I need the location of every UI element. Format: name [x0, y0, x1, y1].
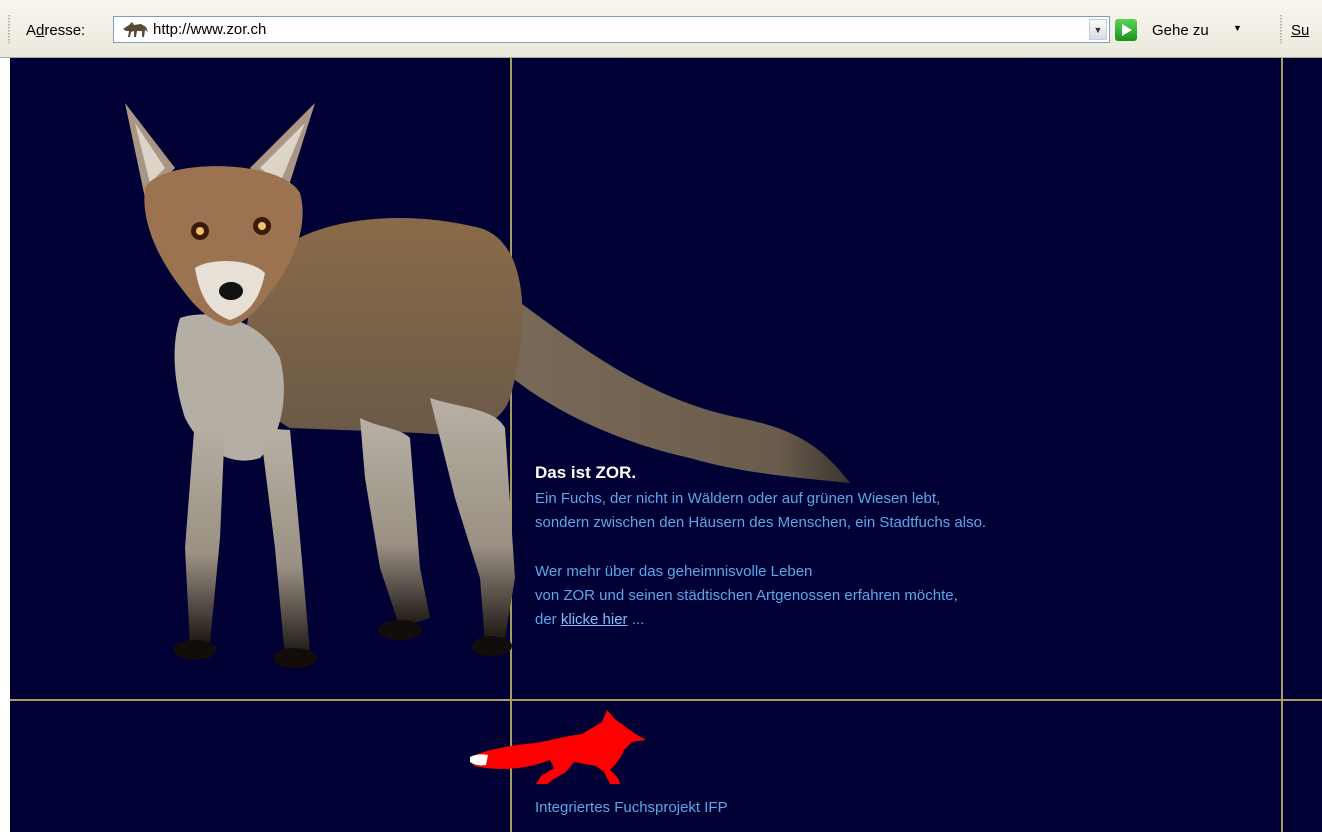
link-prefix-text: der: [535, 611, 557, 628]
frame-divider-horizontal: [10, 699, 1322, 701]
page-title: Das ist ZOR.: [535, 463, 637, 482]
intro-text-line: Wer mehr über das geheimnisvolle Leben: [535, 563, 813, 580]
intro-text-line: von ZOR und seinen städtischen Artgenoss…: [535, 587, 958, 604]
frame-border-left: [0, 58, 10, 832]
fox-photo-image: [125, 103, 850, 668]
project-name-link[interactable]: Integriertes Fuchsprojekt IFP: [535, 799, 728, 816]
address-url[interactable]: http://www.zor.ch: [153, 21, 266, 38]
go-button-label: Gehe zu: [1152, 22, 1209, 39]
more-info-link[interactable]: klicke hier: [561, 611, 628, 628]
address-input[interactable]: http://www.zor.ch ▼: [113, 16, 1110, 43]
intro-text-line: der klicke hier ...: [535, 611, 644, 628]
address-label: Adresse:: [26, 22, 86, 39]
toolbar-grip[interactable]: [8, 15, 10, 43]
fox-favicon-icon: [123, 22, 148, 37]
intro-text-line: sondern zwischen den Häusern des Mensche…: [535, 514, 987, 531]
web-page: Das ist ZOR. Ein Fuchs, der nicht in Wäl…: [0, 58, 1322, 832]
search-label[interactable]: Su: [1291, 22, 1309, 39]
chevron-down-icon: ▼: [1093, 25, 1103, 35]
intro-text-line: Ein Fuchs, der nicht in Wäldern oder auf…: [535, 490, 941, 507]
link-suffix-text: ...: [631, 611, 645, 628]
address-dropdown-button[interactable]: ▼: [1089, 19, 1107, 40]
frame-divider-vertical: [1281, 58, 1283, 832]
chevron-down-icon[interactable]: ▼: [1233, 23, 1242, 33]
address-toolbar: Adresse: http://www.zor.ch ▼ Gehe zu ▼ S…: [0, 0, 1322, 58]
red-fox-logo-icon[interactable]: [466, 710, 652, 790]
toolbar-grip[interactable]: [1280, 15, 1282, 43]
go-arrow-icon: [1115, 19, 1137, 41]
